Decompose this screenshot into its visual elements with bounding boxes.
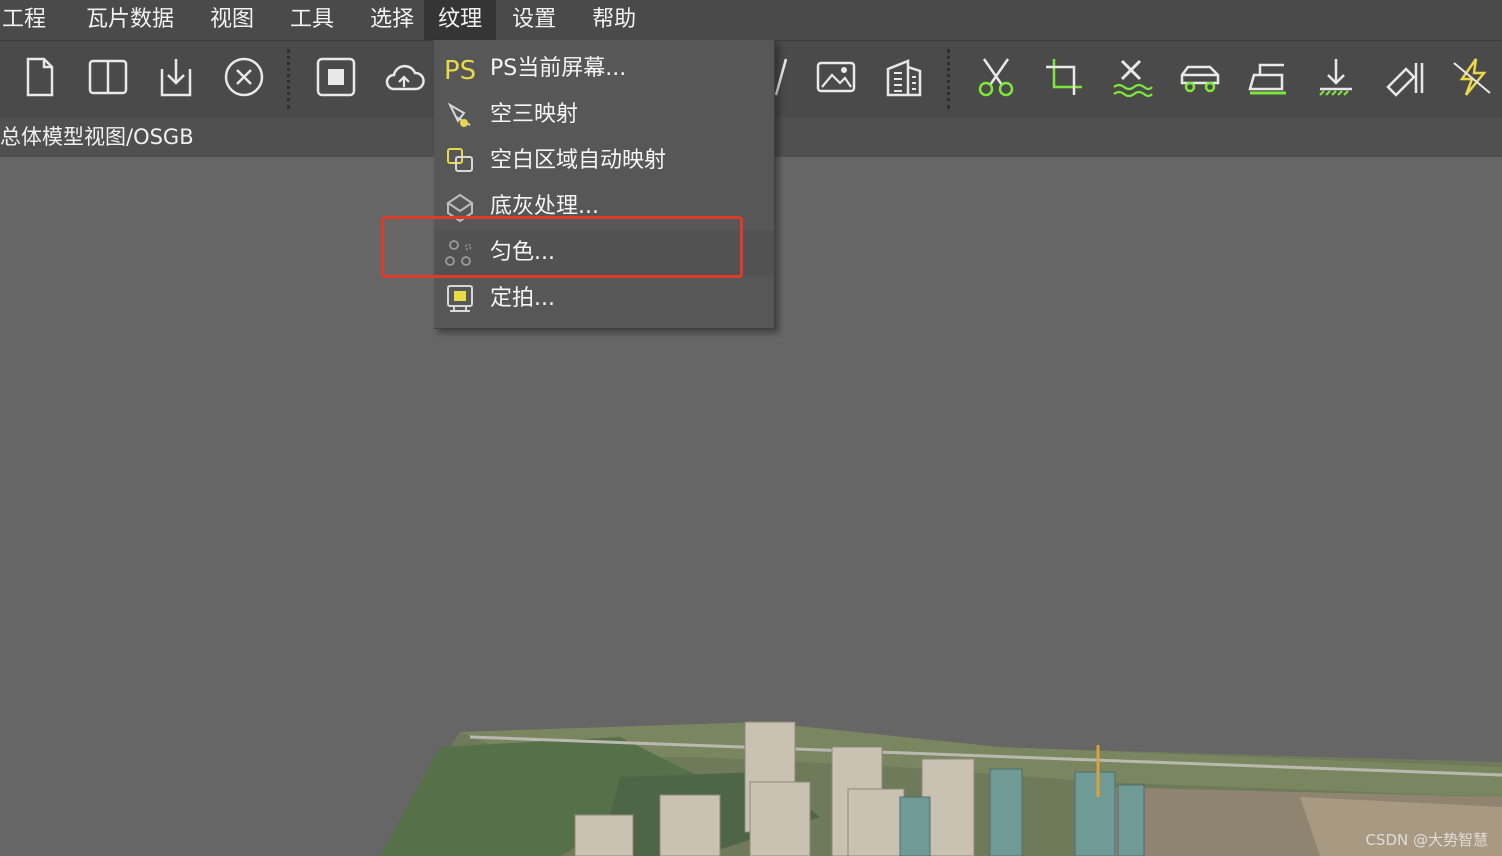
menu-item-fixed-shot[interactable]: 定拍... — [434, 276, 774, 322]
image-icon[interactable] — [814, 55, 858, 99]
split-view-icon[interactable] — [86, 55, 130, 99]
menu-tile-data[interactable]: 瓦片数据 — [60, 0, 184, 40]
iron-icon[interactable] — [1246, 55, 1290, 99]
menu-select[interactable]: 选择 — [344, 0, 424, 40]
aerotriangulation-icon — [444, 99, 476, 131]
menu-settings[interactable]: 设置 — [496, 0, 566, 40]
ground-press-icon[interactable] — [1314, 55, 1358, 99]
toolbar-separator — [287, 49, 290, 109]
menu-item-ps-current-screen[interactable]: PS PS当前屏幕... — [434, 46, 774, 92]
watermark: CSDN @大势智慧 — [1365, 831, 1488, 849]
menu-item-aerotriangulation-mapping[interactable]: 空三映射 — [434, 92, 774, 138]
slope-icon[interactable] — [1382, 55, 1426, 99]
menu-tools[interactable]: 工具 — [264, 0, 344, 40]
cloud-upload-icon[interactable] — [382, 55, 426, 99]
crop-icon[interactable] — [1042, 55, 1086, 99]
building-icon[interactable] — [882, 55, 926, 99]
lightning-icon[interactable] — [1450, 55, 1494, 99]
scissors-icon[interactable] — [974, 55, 1018, 99]
fixed-shot-icon — [444, 283, 476, 315]
menu-help[interactable]: 帮助 — [566, 0, 646, 40]
water-flatten-icon[interactable] — [1110, 55, 1154, 99]
texture-dropdown-menu: PS PS当前屏幕... 空三映射 空白区域自动映射 底灰处理... 匀色...… — [434, 40, 775, 329]
new-file-icon[interactable] — [18, 55, 62, 99]
model-view-path: 总体模型视图/OSGB — [0, 125, 194, 149]
import-icon[interactable] — [154, 55, 198, 99]
menubar: 工程 瓦片数据 视图 工具 选择 纹理 设置 帮助 — [0, 0, 1502, 40]
close-circle-icon[interactable] — [222, 55, 266, 99]
auto-map-icon — [444, 145, 476, 177]
toolbar-separator — [947, 49, 950, 109]
highlight-annotation-box — [381, 216, 743, 278]
ps-icon: PS — [444, 53, 476, 85]
vehicle-icon[interactable] — [1178, 55, 1222, 99]
menu-view[interactable]: 视图 — [184, 0, 264, 40]
svg-text:PS: PS — [444, 56, 476, 85]
menu-project[interactable]: 工程 — [0, 0, 60, 40]
menu-item-blank-area-auto-mapping[interactable]: 空白区域自动映射 — [434, 138, 774, 184]
menu-texture[interactable]: 纹理 — [424, 0, 497, 40]
stop-icon[interactable] — [314, 55, 358, 99]
